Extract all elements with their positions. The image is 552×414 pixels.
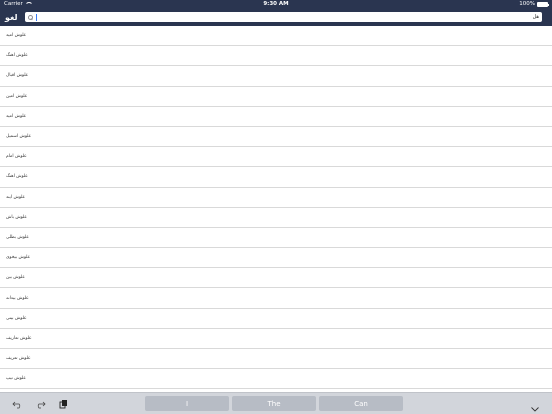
list-item[interactable]: علوش اهنگ bbox=[0, 46, 552, 67]
keyboard-dismiss-icon[interactable] bbox=[530, 399, 540, 412]
list-item[interactable]: علوش باش bbox=[0, 208, 552, 228]
battery-icon bbox=[537, 1, 549, 7]
list-item[interactable]: علوش تعریف bbox=[0, 349, 552, 370]
list-item-label: علوش بطلی bbox=[6, 234, 30, 240]
wifi-icon bbox=[24, 2, 33, 6]
list-item-label: علوش تیپ bbox=[6, 376, 26, 382]
list-item-label: علوش تعریف bbox=[6, 356, 31, 362]
list-item[interactable]: علوش تیپ bbox=[0, 369, 552, 390]
search-icon bbox=[28, 14, 33, 20]
search-input[interactable] bbox=[36, 13, 539, 21]
status-bar: Carrier 9:30 AM 100% bbox=[0, 0, 552, 8]
list-item-label: علوش اقبال bbox=[6, 73, 29, 79]
app-title: لغو bbox=[5, 12, 18, 22]
list-item[interactable]: علوش امام bbox=[0, 147, 552, 168]
battery-percent: 100% bbox=[519, 1, 535, 7]
prediction-button[interactable]: Can bbox=[319, 396, 403, 411]
list-item-label: علوش بین bbox=[6, 275, 25, 281]
keyboard-tools bbox=[0, 399, 145, 409]
prediction-bar: I The Can bbox=[145, 396, 403, 411]
nav-bar: لغو bbox=[0, 8, 552, 26]
status-time: 9:30 AM bbox=[263, 1, 289, 7]
list-item[interactable]: علوش اقبال bbox=[0, 66, 552, 87]
list-item[interactable]: علوش بیتی bbox=[0, 309, 552, 329]
status-left: Carrier bbox=[4, 1, 33, 7]
list-item-label: علوش امید bbox=[6, 113, 27, 119]
paste-icon[interactable] bbox=[58, 399, 69, 409]
redo-icon[interactable] bbox=[35, 399, 46, 409]
list-item[interactable]: علوش بین bbox=[0, 268, 552, 289]
list-item[interactable]: علوش بیدانه bbox=[0, 288, 552, 309]
list-item-label: علوش بیخوی bbox=[6, 255, 31, 261]
prediction-button[interactable]: I bbox=[145, 396, 229, 411]
list-item-label: علوش امین bbox=[6, 93, 28, 99]
list-item[interactable]: علوش بیخوی bbox=[0, 248, 552, 269]
list-item-label: علوش امید bbox=[6, 33, 27, 39]
undo-icon[interactable] bbox=[12, 399, 23, 409]
list-item[interactable]: علوش امید bbox=[0, 107, 552, 127]
list-item[interactable]: علوش ایند bbox=[0, 188, 552, 208]
list-item[interactable]: علوش امید bbox=[0, 26, 552, 47]
prediction-button[interactable]: The bbox=[232, 396, 316, 411]
status-right: 100% bbox=[519, 1, 549, 7]
search-box[interactable] bbox=[25, 12, 542, 22]
keyboard-shortcut-bar: I The Can bbox=[0, 392, 552, 414]
list-item[interactable]: علوش بطلی bbox=[0, 228, 552, 249]
list-item-label: علوش اسمیل bbox=[6, 134, 32, 140]
list-item[interactable]: علوش تعاریف bbox=[0, 329, 552, 349]
list-item[interactable]: علوش اهنگ bbox=[0, 167, 552, 188]
list-item[interactable]: علوش اسمیل bbox=[0, 127, 552, 148]
list-item-label: علوش امام bbox=[6, 154, 27, 160]
list-item-label: علوش اهنگ bbox=[6, 53, 28, 59]
list-item-label: علوش بیتی bbox=[6, 315, 27, 321]
list-item-label: علوش تعاریف bbox=[6, 335, 32, 341]
list-item-label: علوش اهنگ bbox=[6, 174, 28, 180]
word-list: علوش امید علوش اهنگ علوش اقبال علوش امین علو… bbox=[0, 26, 552, 392]
carrier-label: Carrier bbox=[4, 1, 23, 7]
list-item-label: علوش ایند bbox=[6, 194, 26, 200]
list-item-label: علوش بیدانه bbox=[6, 295, 29, 301]
list-item-label: علوش باش bbox=[6, 214, 28, 220]
list-item[interactable]: علوش امین bbox=[0, 87, 552, 107]
